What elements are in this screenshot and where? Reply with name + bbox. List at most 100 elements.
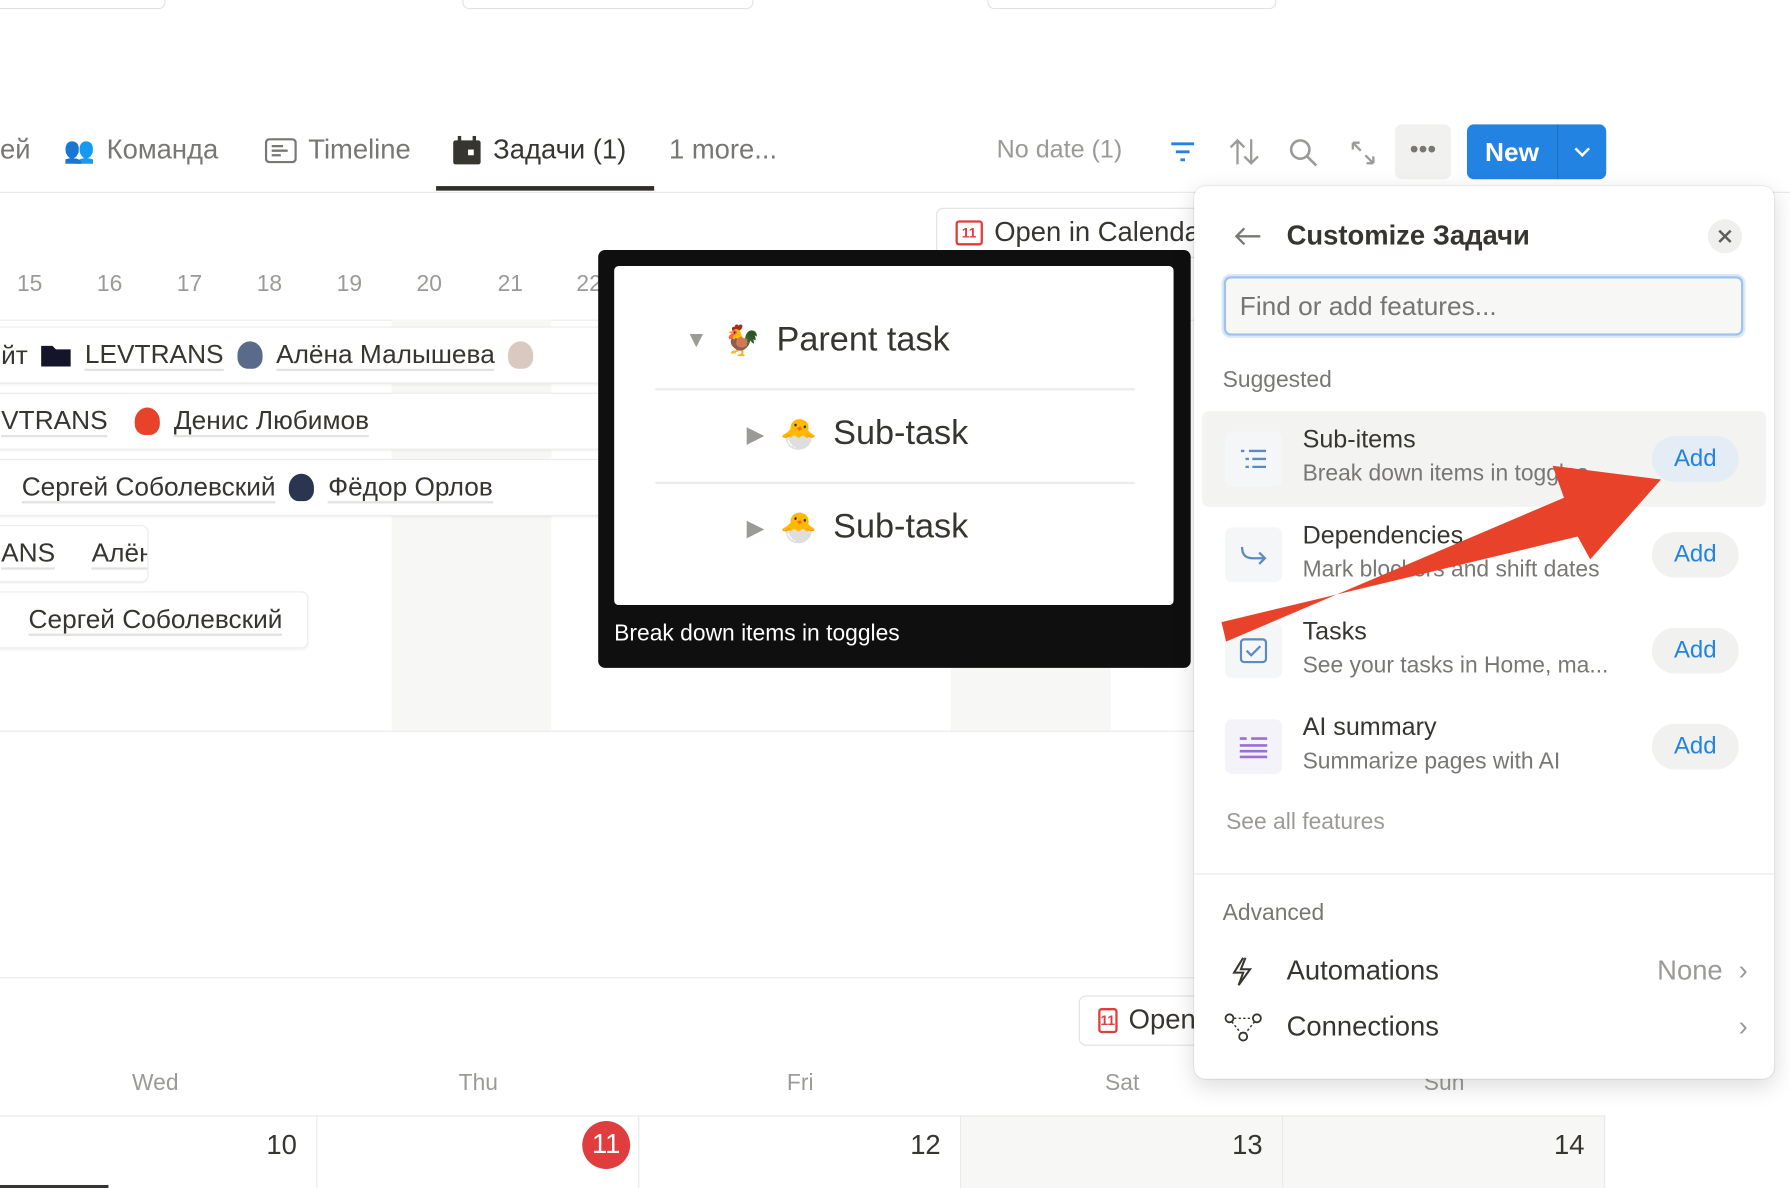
- connections-item[interactable]: Connections ›: [1223, 1005, 1748, 1051]
- card-edge: [462, 0, 754, 10]
- weekday-label: Sat: [1105, 1070, 1140, 1096]
- feature-title: Tasks: [1302, 616, 1367, 646]
- day-label: 20: [416, 271, 442, 297]
- project-link[interactable]: ANS: [1, 538, 56, 570]
- no-date-button[interactable]: No date (1): [997, 135, 1123, 165]
- divider: [655, 481, 1135, 485]
- day-label: 15: [16, 271, 43, 297]
- automations-item[interactable]: Automations None ›: [1223, 949, 1748, 995]
- divider: [0, 730, 1199, 732]
- tab-tasks[interactable]: Задачи (1): [452, 135, 626, 167]
- close-button[interactable]: [1707, 219, 1743, 254]
- more-options-button[interactable]: •••: [1395, 124, 1451, 180]
- tab-timeline[interactable]: Timeline: [264, 134, 411, 167]
- project-link[interactable]: VTRANS: [1, 405, 108, 438]
- date-number: 14: [1554, 1130, 1585, 1162]
- date-number: 10: [266, 1130, 297, 1162]
- person-link[interactable]: Алёна Малышева: [276, 339, 495, 372]
- card-edge: [0, 0, 166, 10]
- sort-icon[interactable]: [1228, 137, 1260, 167]
- day-label: 19: [336, 271, 363, 297]
- feature-search-input[interactable]: [1223, 276, 1744, 336]
- feature-title: Dependencies: [1302, 520, 1464, 550]
- person-link[interactable]: Сергей Соболевский: [21, 471, 276, 504]
- section-heading: Suggested: [1222, 367, 1332, 393]
- timeline-item[interactable]: ANS Алёна Малышева: [0, 525, 149, 583]
- feature-sub-items[interactable]: Sub-items Break down items in toggles Ad…: [1202, 410, 1767, 507]
- toggle-closed-icon: ▶: [746, 515, 765, 541]
- active-tab-indicator: [436, 186, 655, 191]
- people-icon: 👥: [63, 135, 96, 165]
- chevron-right-icon: ›: [1738, 955, 1748, 987]
- section-heading: Advanced: [1222, 900, 1325, 926]
- folder-icon: [41, 345, 72, 367]
- calendar-icon: [453, 135, 481, 165]
- row-text: Sub-task: [833, 508, 969, 546]
- person-link[interactable]: Алёна Малышева: [91, 538, 148, 570]
- add-dependencies-button[interactable]: Add: [1651, 531, 1739, 578]
- avatar: [289, 473, 315, 502]
- item-label: Automations: [1286, 955, 1439, 987]
- parent-task-row: ▼ 🐓 Parent task: [685, 321, 950, 360]
- tab-team[interactable]: 👥 Команда: [64, 135, 218, 167]
- tab-label: ей: [0, 134, 31, 166]
- person-link[interactable]: Сергей Соболевский: [28, 604, 283, 636]
- rooster-icon: 🐓: [723, 322, 761, 357]
- timeline-item[interactable]: Сергей Соболевский Фёдор Орлов: [0, 458, 606, 517]
- today-date: 11: [582, 1121, 631, 1169]
- customize-panel: Customize Задачи Suggested Sub-items Bre…: [1194, 186, 1775, 1079]
- feature-description: See your tasks in Home, ma...: [1302, 652, 1609, 679]
- feature-description: Summarize pages with AI: [1302, 748, 1561, 775]
- feature-ai-summary[interactable]: AI summary Summarize pages with AI Add: [1202, 699, 1766, 795]
- weekday-label: Fri: [786, 1070, 814, 1096]
- add-tasks-button[interactable]: Add: [1651, 627, 1739, 674]
- add-sub-items-button[interactable]: Add: [1651, 436, 1739, 482]
- avatar: [508, 341, 534, 369]
- tab-label: Команда: [106, 134, 219, 166]
- feature-tasks[interactable]: Tasks See your tasks in Home, ma... Add: [1202, 603, 1766, 699]
- weekday-label: Wed: [131, 1070, 179, 1096]
- project-link[interactable]: LEVTRANS: [84, 339, 224, 372]
- filter-icon[interactable]: [1169, 139, 1196, 164]
- day-label: 17: [176, 271, 203, 297]
- timeline-item[interactable]: Сергей Соболевский: [0, 591, 309, 649]
- checkbox-icon: [1224, 623, 1283, 679]
- tab-label: Timeline: [308, 134, 411, 166]
- search-icon[interactable]: [1288, 137, 1320, 169]
- feature-preview-tooltip: ▼ 🐓 Parent task ▶ 🐣 Sub-task ▶ 🐣 Sub-tas…: [598, 250, 1191, 668]
- close-icon: [1718, 229, 1732, 243]
- toggle-open-icon: ▼: [684, 327, 708, 353]
- timeline-icon: [264, 138, 297, 164]
- sub-task-row: ▶ 🐣 Sub-task: [747, 414, 969, 453]
- divider: [0, 977, 1199, 979]
- divider: [655, 388, 1135, 391]
- new-button[interactable]: New: [1467, 124, 1559, 180]
- sub-task-row: ▶ 🐣 Sub-task: [747, 508, 969, 547]
- add-ai-summary-button[interactable]: Add: [1651, 723, 1739, 770]
- feature-dependencies[interactable]: Dependencies Mark blockers and shift dat…: [1202, 507, 1766, 603]
- see-all-features-link[interactable]: See all features: [1226, 809, 1385, 835]
- date-number: 13: [1232, 1130, 1263, 1162]
- preview-image: ▼ 🐓 Parent task ▶ 🐣 Sub-task ▶ 🐣 Sub-tas…: [614, 265, 1174, 606]
- back-arrow-icon[interactable]: [1233, 225, 1263, 248]
- day-label: 18: [256, 271, 283, 297]
- person-link[interactable]: Денис Любимов: [173, 405, 370, 438]
- chevron-right-icon: ›: [1738, 1011, 1748, 1043]
- timeline-item[interactable]: VTRANS Денис Любимов: [0, 392, 606, 450]
- day-label: 21: [497, 271, 523, 297]
- timeline-item[interactable]: йт LEVTRANS Алёна Малышева: [0, 326, 606, 384]
- toggle-closed-icon: ▶: [746, 421, 765, 447]
- dependency-arrow-icon: [1224, 527, 1283, 583]
- button-label: Open in Calendar: [994, 216, 1209, 248]
- new-dropdown-chevron-icon[interactable]: [1558, 124, 1606, 179]
- connections-icon: [1224, 1013, 1262, 1042]
- feature-description: Mark blockers and shift dates: [1302, 557, 1600, 583]
- divider: [1194, 873, 1775, 875]
- tab-label: 1 more...: [668, 134, 778, 166]
- person-link[interactable]: Фёдор Орлов: [328, 471, 493, 504]
- item-label: Connections: [1286, 1011, 1439, 1043]
- tab-partial[interactable]: ей: [0, 135, 31, 167]
- avatar: [237, 341, 263, 369]
- tab-more[interactable]: 1 more...: [669, 135, 777, 167]
- expand-icon[interactable]: [1349, 139, 1376, 166]
